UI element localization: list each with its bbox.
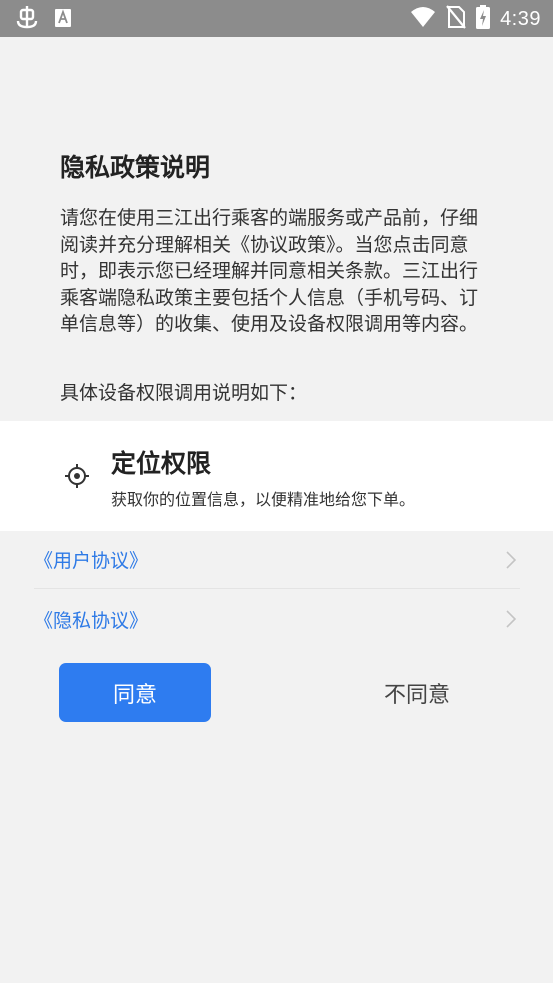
agree-button[interactable]: 同意	[59, 663, 211, 722]
dialog-title: 隐私政策说明	[60, 153, 211, 182]
permission-card	[0, 421, 553, 531]
user-agreement-link[interactable]: 《用户协议》	[34, 531, 520, 589]
status-bar: 4:39	[0, 0, 553, 37]
wifi-icon	[410, 6, 436, 32]
chevron-right-icon	[504, 610, 518, 628]
location-target-icon	[64, 463, 90, 489]
status-time: 4:39	[500, 7, 541, 30]
policy-description: 请您在使用三江出行乘客的端服务或产品前，仔细阅读并充分理解相关《协议政策》。当您…	[60, 207, 479, 335]
bug-icon	[14, 6, 40, 34]
privacy-agreement-link[interactable]: 《隐私协议》	[34, 590, 520, 648]
permission-name: 定位权限	[111, 449, 212, 478]
battery-charging-icon	[476, 5, 491, 33]
user-agreement-label: 《用户协议》	[34, 550, 149, 572]
a-box-icon	[54, 8, 72, 32]
chevron-right-icon	[504, 550, 518, 569]
permission-description: 获取你的位置信息，以便精准地给您下单。	[111, 490, 416, 509]
disagree-button[interactable]: 不同意	[341, 663, 493, 722]
permissions-intro: 具体设备权限调用说明如下：	[60, 382, 308, 404]
privacy-agreement-label: 《隐私协议》	[34, 609, 149, 632]
no-sim-icon	[446, 5, 466, 33]
